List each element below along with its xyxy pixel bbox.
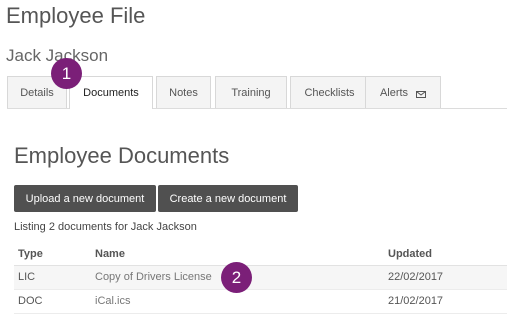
tab-checklists[interactable]: Checklists xyxy=(290,76,369,108)
cell-type: DOC xyxy=(18,295,43,307)
tab-label: Notes xyxy=(169,86,198,99)
tab-alerts[interactable]: Alerts xyxy=(365,76,441,108)
upload-document-button[interactable]: Upload a new document xyxy=(14,185,156,212)
column-header-name[interactable]: Name xyxy=(95,243,125,265)
column-header-type[interactable]: Type xyxy=(18,243,43,265)
section-title: Employee Documents xyxy=(14,143,230,168)
table-row[interactable]: DOC iCal.ics 21/02/2017 xyxy=(14,290,507,314)
column-header-updated[interactable]: Updated xyxy=(388,243,432,265)
page-title: Employee File xyxy=(6,3,146,28)
document-link[interactable]: iCal.ics xyxy=(95,290,130,312)
cell-updated: 22/02/2017 xyxy=(388,271,444,283)
tab-bar: Details Documents Notes Training Checkli… xyxy=(7,76,507,109)
callout-badge-1: 1 xyxy=(51,58,82,89)
cell-type: LIC xyxy=(18,271,36,283)
listing-summary: Listing 2 documents for Jack Jackson xyxy=(14,221,197,233)
callout-badge-2: 2 xyxy=(221,262,252,293)
tab-training[interactable]: Training xyxy=(215,76,287,108)
create-document-button[interactable]: Create a new document xyxy=(158,185,298,212)
table-row[interactable]: LIC Copy of Drivers License 22/02/2017 xyxy=(14,266,507,290)
tab-label: Alerts xyxy=(379,86,409,99)
tab-label: Checklists xyxy=(304,86,355,99)
envelope-icon xyxy=(416,89,427,98)
document-link[interactable]: Copy of Drivers License xyxy=(95,266,212,288)
tab-documents[interactable]: Documents xyxy=(69,76,153,109)
tab-notes[interactable]: Notes xyxy=(156,76,211,108)
documents-table: Type Name Updated LIC Copy of Drivers Li… xyxy=(14,243,507,314)
tab-label: Training xyxy=(231,86,271,99)
cell-updated: 21/02/2017 xyxy=(388,295,444,307)
table-header: Type Name Updated xyxy=(14,243,507,266)
tab-label: Documents xyxy=(83,87,139,99)
tab-label: Details xyxy=(20,86,54,99)
